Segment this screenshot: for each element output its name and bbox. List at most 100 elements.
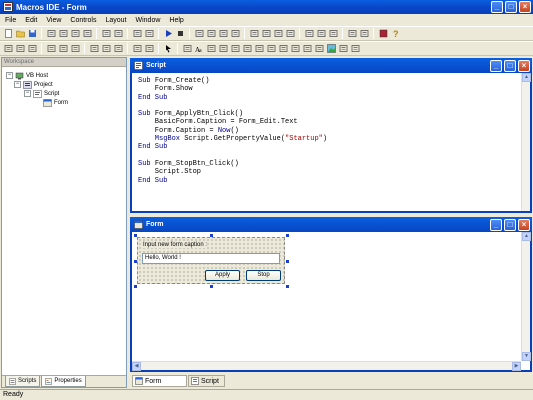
same-size-button[interactable] (113, 44, 123, 54)
resize-handle[interactable] (286, 234, 289, 237)
window-horizontal-button[interactable] (316, 29, 326, 39)
menu-view[interactable]: View (45, 17, 62, 24)
undo-button[interactable] (101, 29, 111, 39)
tab-order-button[interactable] (144, 44, 154, 54)
scroll-up-icon[interactable]: ▲ (522, 73, 531, 82)
bring-front-button[interactable] (249, 29, 259, 39)
menu-edit[interactable]: Edit (24, 17, 38, 24)
resize-handle[interactable] (134, 234, 137, 237)
open-button[interactable] (15, 29, 25, 39)
form-design-surface[interactable]: Input new form caption : Hello, World ! … (137, 237, 285, 284)
redo-button[interactable] (113, 29, 123, 39)
goto-button[interactable] (230, 29, 240, 39)
form-window[interactable]: Form _ □ × Input new form caption : Hell… (130, 217, 532, 372)
tree-item-project[interactable]: − Project (14, 80, 53, 89)
find-button[interactable] (194, 29, 204, 39)
combobox-button[interactable] (266, 44, 276, 54)
scroll-down-icon[interactable]: ▼ (522, 352, 531, 361)
resize-handle[interactable] (286, 285, 289, 288)
collapse-icon[interactable]: − (14, 81, 21, 88)
resize-handle[interactable] (210, 234, 213, 237)
help-button[interactable]: ? (390, 29, 400, 39)
listbox-button[interactable] (254, 44, 264, 54)
resize-handle[interactable] (210, 285, 213, 288)
resize-handle[interactable] (134, 285, 137, 288)
scroll-up-icon[interactable]: ▲ (522, 232, 531, 241)
align-right-button[interactable] (27, 44, 37, 54)
radio-button[interactable] (242, 44, 252, 54)
tree-item-script[interactable]: − Script (24, 89, 59, 98)
indent-button[interactable] (132, 29, 142, 39)
close-button[interactable]: × (518, 60, 530, 72)
close-button[interactable]: × (518, 219, 530, 231)
frame-button[interactable] (182, 44, 192, 54)
collapse-icon[interactable]: − (6, 72, 13, 79)
tree-item-vb-host[interactable]: − VB Host (6, 71, 48, 80)
minimize-button[interactable]: _ (490, 219, 502, 231)
paste-button[interactable] (70, 29, 80, 39)
tree-item-form[interactable]: Form (43, 98, 68, 107)
ungroup-button[interactable] (285, 29, 295, 39)
tab-properties[interactable]: Properties (41, 376, 86, 387)
apply-button[interactable]: Apply (205, 270, 240, 281)
book-button[interactable] (378, 29, 388, 39)
copy-button[interactable] (58, 29, 68, 39)
app-titlebar[interactable]: Macros IDE - Form _ □ × (0, 0, 533, 14)
grid-button[interactable] (132, 44, 142, 54)
stop-button[interactable] (175, 29, 185, 39)
form-window-titlebar[interactable]: Form _ □ × (130, 217, 532, 232)
stop-button[interactable]: Stop (246, 270, 281, 281)
align-top-button[interactable] (46, 44, 56, 54)
window-tile-button[interactable] (304, 29, 314, 39)
find-next-button[interactable] (206, 29, 216, 39)
vscroll-button[interactable] (290, 44, 300, 54)
tree-button[interactable] (302, 44, 312, 54)
pointer-button[interactable] (163, 44, 173, 54)
resize-handle[interactable] (286, 260, 289, 263)
save-button[interactable] (27, 29, 37, 39)
new-button[interactable] (3, 29, 13, 39)
scroll-right-icon[interactable]: ▶ (512, 362, 521, 371)
replace-button[interactable] (218, 29, 228, 39)
align-bottom-button[interactable] (70, 44, 80, 54)
list-view-button[interactable] (314, 44, 324, 54)
caption-edit[interactable]: Hello, World ! (142, 253, 280, 264)
vertical-scrollbar[interactable]: ▲ ▼ (521, 232, 531, 361)
checkbox-button[interactable] (230, 44, 240, 54)
menu-layout[interactable]: Layout (104, 17, 127, 24)
hscroll-button[interactable] (278, 44, 288, 54)
maximize-button[interactable]: □ (504, 60, 516, 72)
script-window-titlebar[interactable]: Script _ □ × (130, 58, 532, 73)
vertical-scrollbar[interactable]: ▲ (521, 73, 531, 211)
menu-window[interactable]: Window (135, 17, 162, 24)
tools-button[interactable] (350, 44, 360, 54)
outdent-button[interactable] (144, 29, 154, 39)
same-width-button[interactable] (89, 44, 99, 54)
send-back-button[interactable] (261, 29, 271, 39)
minimize-button[interactable]: _ (490, 60, 502, 72)
code-editor[interactable]: Sub Form_Create() Form.Show End Sub Sub F… (138, 77, 327, 185)
clone-window-button[interactable] (359, 29, 369, 39)
label-button[interactable]: Aa (194, 44, 204, 54)
new-window-button[interactable] (347, 29, 357, 39)
window-vertical-button[interactable] (328, 29, 338, 39)
minimize-button[interactable]: _ (491, 1, 503, 13)
script-window[interactable]: Script _ □ × Sub Form_Create() Form.Show… (130, 58, 532, 213)
tab-form[interactable]: Form (132, 375, 187, 387)
align-left-button[interactable] (3, 44, 13, 54)
tab-scripts[interactable]: Scripts (5, 376, 41, 387)
tab-script[interactable]: Script (188, 375, 225, 387)
collapse-icon[interactable]: − (24, 90, 31, 97)
menu-help[interactable]: Help (168, 17, 184, 24)
group-button[interactable] (273, 29, 283, 39)
align-middle-button[interactable] (58, 44, 68, 54)
maximize-button[interactable]: □ (505, 1, 517, 13)
align-center-button[interactable] (15, 44, 25, 54)
menu-controls[interactable]: Controls (69, 17, 97, 24)
progress-button[interactable] (338, 44, 348, 54)
button-button[interactable] (218, 44, 228, 54)
cut-button[interactable] (46, 29, 56, 39)
horizontal-scrollbar[interactable]: ◀ ▶ (132, 361, 521, 371)
maximize-button[interactable]: □ (504, 219, 516, 231)
scroll-left-icon[interactable]: ◀ (132, 362, 141, 371)
